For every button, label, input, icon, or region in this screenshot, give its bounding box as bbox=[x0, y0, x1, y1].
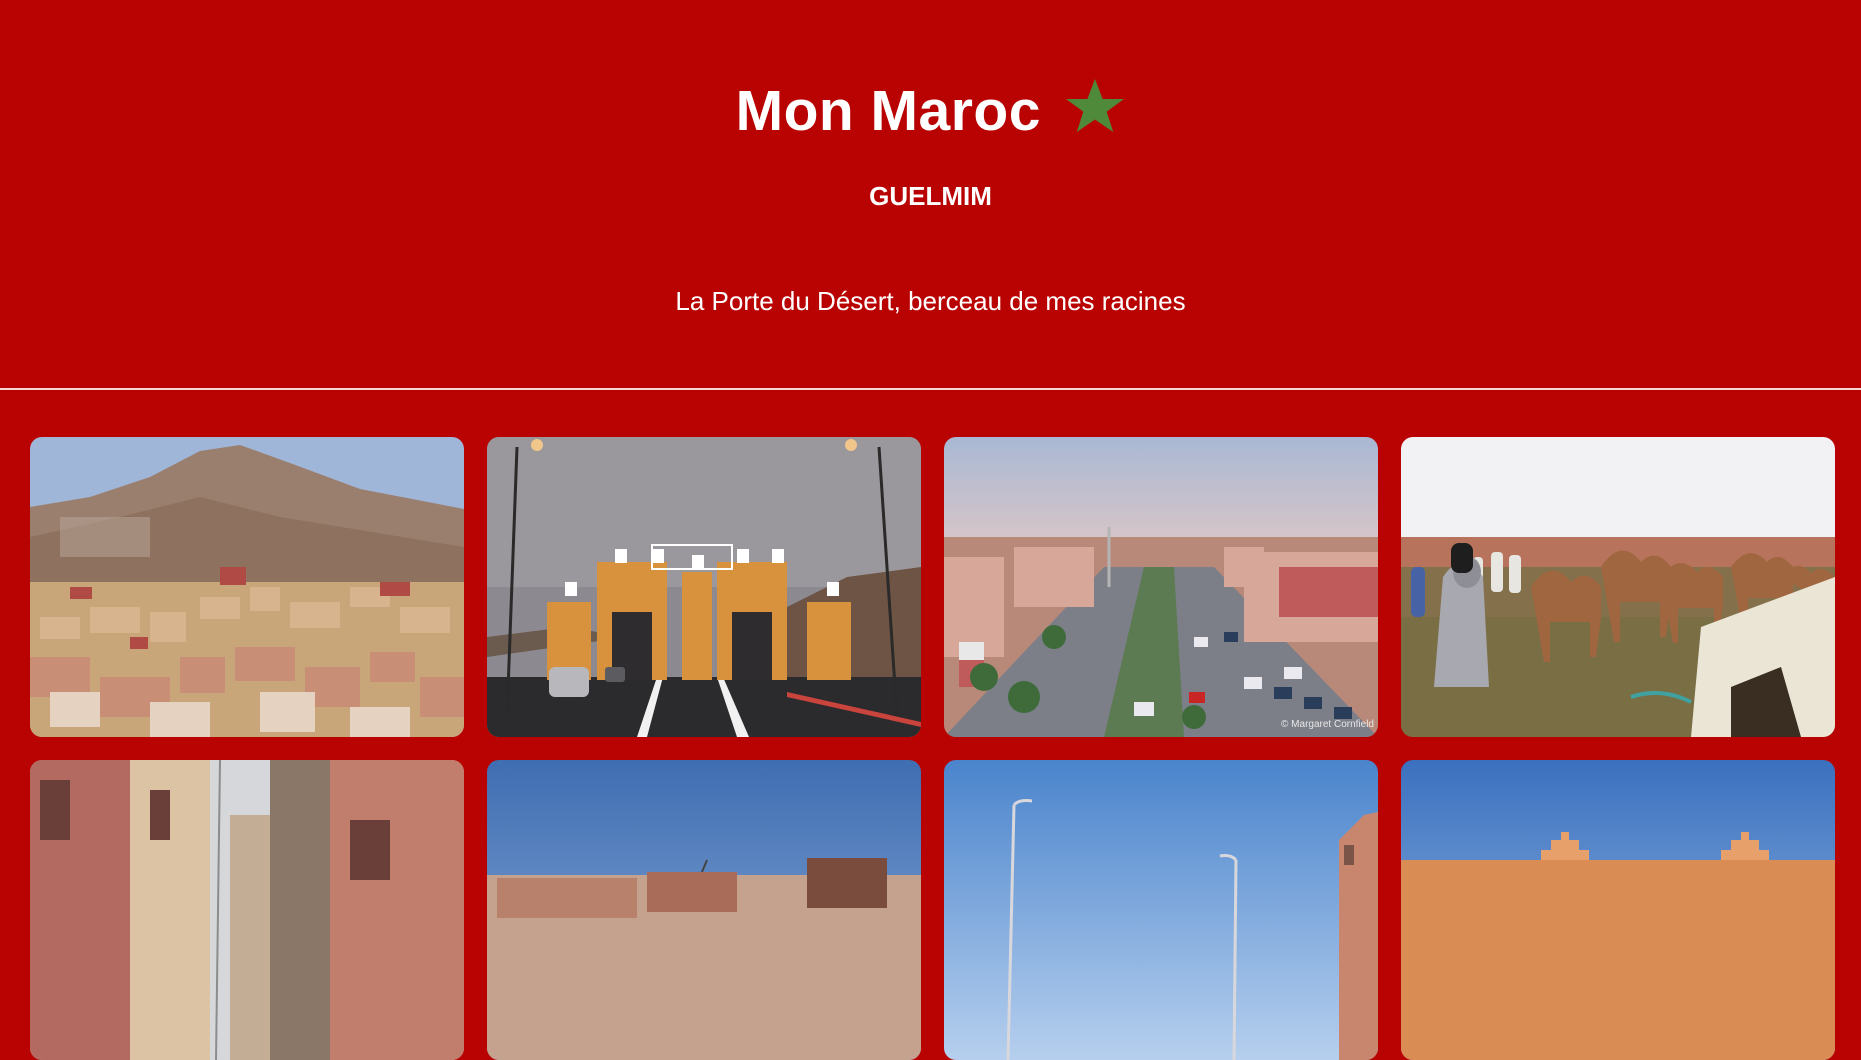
title-row: Mon Maroc bbox=[0, 74, 1861, 148]
hillside-town-photo[interactable] bbox=[30, 437, 464, 737]
tagline: La Porte du Désert, berceau de mes racin… bbox=[675, 286, 1186, 316]
camel-market-photo[interactable] bbox=[1401, 437, 1835, 737]
hillside-town-image bbox=[30, 437, 464, 737]
old-street-image bbox=[30, 760, 464, 1060]
photo-credit: © Margaret Cornfield bbox=[1281, 719, 1374, 730]
desert-wall-photo[interactable] bbox=[1401, 760, 1835, 1060]
street-lamps-photo[interactable] bbox=[944, 760, 1378, 1060]
desert-wall-image bbox=[1401, 760, 1835, 1060]
photo-gallery: © Margaret Cornfield bbox=[30, 437, 1835, 1060]
page-title: Mon Maroc bbox=[735, 79, 1041, 143]
city-gate-photo[interactable] bbox=[487, 437, 921, 737]
star-icon bbox=[1066, 79, 1125, 132]
avenue-aerial-photo[interactable]: © Margaret Cornfield bbox=[944, 437, 1378, 737]
page-header: Mon Maroc GUELMIM La Porte du Désert, be… bbox=[0, 0, 1861, 390]
rooftops-photo[interactable] bbox=[487, 760, 921, 1060]
avenue-aerial-image bbox=[944, 437, 1378, 737]
header-divider bbox=[0, 388, 1861, 390]
city-gate-image bbox=[487, 437, 921, 737]
old-street-photo[interactable] bbox=[30, 760, 464, 1060]
city-heading: GUELMIM bbox=[869, 181, 992, 211]
street-lamps-image bbox=[944, 760, 1378, 1060]
rooftops-image bbox=[487, 760, 921, 1060]
camel-market-image bbox=[1401, 437, 1835, 737]
